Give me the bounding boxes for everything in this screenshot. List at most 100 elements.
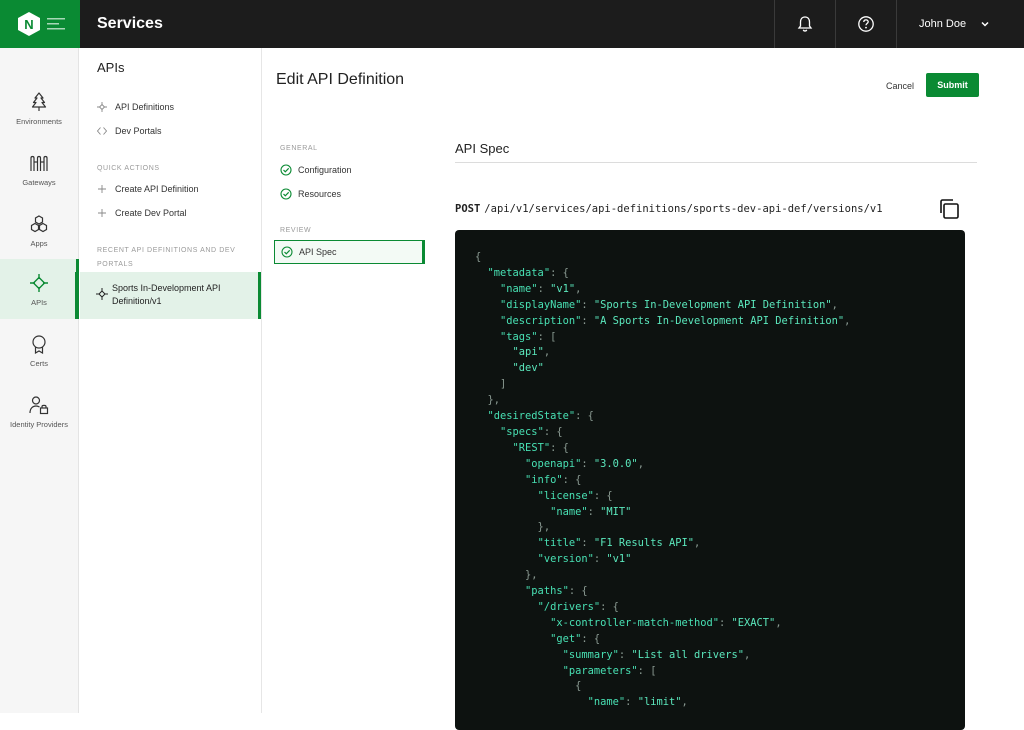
nav-item-gateways[interactable]: Gateways	[0, 139, 78, 199]
code-line: "desiredState": {	[487, 410, 594, 423]
code-line: "name": "limit",	[587, 696, 688, 709]
tree-icon	[31, 92, 47, 111]
step-label: Resources	[298, 189, 342, 199]
subnav-item-dev-portals[interactable]: Dev Portals	[80, 120, 261, 142]
subnav-item-label: Dev Portals	[115, 126, 162, 136]
code-line: "/drivers": {	[537, 600, 619, 613]
endpoint: POST/api/v1/services/api-definitions/spo…	[455, 203, 883, 215]
primary-nav: Environments Gateways Apps APIs Certs Id…	[0, 48, 79, 713]
code-line: "title": "F1 Results API",	[537, 537, 701, 550]
code-line: "version": "v1"	[537, 553, 632, 566]
divider	[455, 162, 977, 163]
code-line: "REST": {	[512, 441, 569, 454]
code-viewer[interactable]: { "metadata": { "name": "v1", "displayNa…	[455, 230, 965, 730]
endpoint-method: POST	[455, 203, 481, 215]
nav-item-label: Apps	[30, 239, 48, 248]
create-api-definition-link[interactable]: Create API Definition	[80, 178, 261, 200]
user-name: John Doe	[919, 18, 967, 30]
subnav-item-label: API Definitions	[115, 102, 175, 112]
step-api-spec[interactable]: API Spec	[274, 240, 425, 264]
quick-actions-heading: QUICK ACTIONS	[97, 165, 160, 172]
check-circle-icon	[281, 246, 293, 258]
menu-icon[interactable]	[47, 17, 65, 31]
code-line: "description": "A Sports In-Development …	[500, 314, 851, 327]
app-title: Services	[97, 15, 163, 32]
endpoint-path: /api/v1/services/api-definitions/sports-…	[484, 203, 883, 215]
cancel-button[interactable]: Cancel	[878, 77, 922, 95]
step-resources[interactable]: Resources	[274, 182, 425, 206]
code-line: "info": {	[525, 473, 582, 486]
api-icon	[30, 274, 48, 292]
subnav-item-api-definitions[interactable]: API Definitions	[80, 96, 261, 118]
code-line: "name": "v1",	[500, 282, 582, 295]
code-line: "summary": "List all drivers",	[562, 648, 751, 661]
code-line: "parameters": [	[562, 664, 657, 677]
api-definition-icon	[96, 288, 108, 300]
subnav-title: APIs	[97, 60, 125, 75]
top-bar: N Services John Doe	[0, 0, 1024, 48]
code-line: },	[475, 394, 501, 407]
steps-review-heading: REVIEW	[280, 227, 312, 234]
nav-item-label: APIs	[31, 298, 47, 307]
code-line: "get": {	[550, 632, 601, 645]
recent-item-label: Sports In-Development API Definition/v1	[112, 283, 221, 306]
nav-item-environments[interactable]: Environments	[0, 78, 78, 138]
copy-icon[interactable]	[937, 197, 961, 221]
code-line: "x-controller-match-method": "EXACT",	[550, 616, 782, 629]
identity-provider-icon	[29, 396, 49, 415]
nav-item-certs[interactable]: Certs	[0, 320, 78, 380]
check-circle-icon	[280, 164, 292, 176]
code-line: {	[475, 251, 482, 263]
code-line: "api",	[512, 346, 551, 359]
recent-heading: RECENT API DEFINITIONS AND DEV PORTALS	[97, 247, 236, 268]
step-configuration[interactable]: Configuration	[274, 158, 425, 182]
user-menu[interactable]: John Doe	[896, 0, 1024, 48]
code-line: "name": "MIT"	[550, 505, 632, 518]
certificate-icon	[32, 335, 46, 354]
code-line: {	[475, 680, 582, 693]
code-line: "openapi": "3.0.0",	[525, 457, 644, 470]
code-content: { "metadata": { "name": "v1", "displayNa…	[475, 250, 965, 711]
apps-icon	[30, 215, 48, 233]
recent-item-sports-api[interactable]: Sports In-Development API Definition/v1	[75, 272, 261, 319]
code-line: },	[475, 569, 538, 582]
nginx-logo-icon: N	[18, 12, 40, 36]
submit-button[interactable]: Submit	[926, 73, 979, 97]
nav-item-apps[interactable]: Apps	[0, 200, 78, 260]
secondary-nav: APIs API Definitions Dev Portals QUICK A…	[75, 48, 262, 713]
step-label: Configuration	[298, 165, 352, 175]
plus-icon	[98, 209, 106, 217]
check-circle-icon	[280, 188, 292, 200]
gateway-icon	[30, 155, 48, 171]
chevron-down-icon	[981, 21, 989, 27]
nav-item-apis[interactable]: APIs	[0, 259, 79, 319]
notifications-button[interactable]	[775, 0, 835, 48]
code-brackets-icon	[97, 127, 107, 135]
spec-title: API Spec	[455, 141, 510, 156]
logo[interactable]: N	[0, 0, 80, 48]
help-button[interactable]	[836, 0, 896, 48]
nav-item-label: Identity Providers	[10, 420, 68, 429]
code-line: },	[475, 521, 551, 534]
code-line: "dev"	[512, 362, 544, 375]
code-line: "license": {	[537, 489, 613, 502]
page-title: Edit API Definition	[276, 71, 405, 88]
code-line: "tags": [	[500, 330, 557, 343]
nav-item-label: Certs	[30, 359, 48, 368]
code-line: "metadata": {	[487, 266, 569, 279]
steps-general-heading: GENERAL	[280, 145, 318, 152]
quick-action-label: Create Dev Portal	[115, 208, 187, 218]
quick-action-label: Create API Definition	[115, 184, 199, 194]
nav-item-label: Environments	[16, 117, 62, 126]
code-line: "paths": {	[525, 585, 588, 598]
help-icon	[858, 16, 874, 32]
code-line: "displayName": "Sports In-Development AP…	[500, 298, 838, 311]
create-dev-portal-link[interactable]: Create Dev Portal	[80, 202, 261, 224]
api-definitions-icon	[97, 102, 107, 112]
bell-icon	[797, 16, 813, 32]
code-line: ]	[475, 378, 507, 391]
nav-item-identity-providers[interactable]: Identity Providers	[0, 381, 78, 441]
code-line: "specs": {	[500, 425, 563, 438]
step-label: API Spec	[299, 247, 337, 257]
plus-icon	[98, 185, 106, 193]
